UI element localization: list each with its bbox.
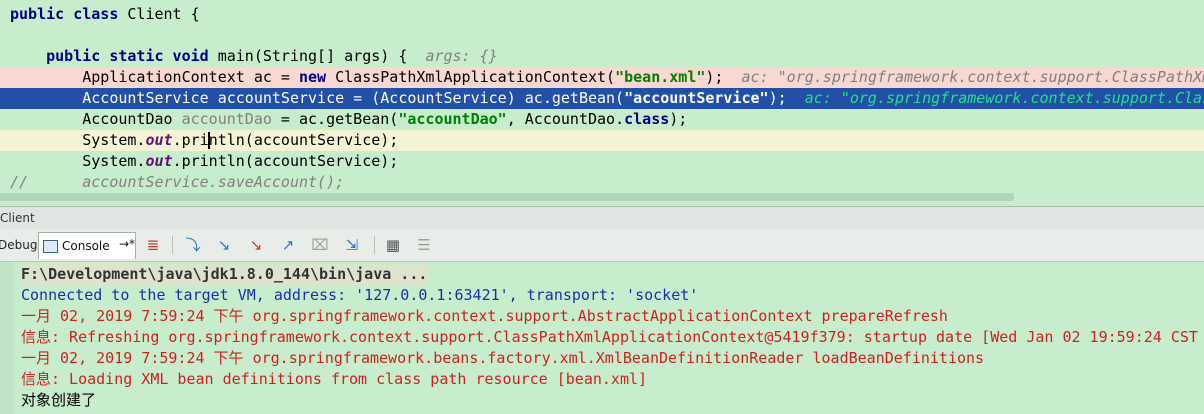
console-icon — [43, 240, 58, 253]
code-token: out — [145, 152, 173, 170]
code-token: Client { — [127, 5, 200, 23]
editor-horizontal-scrollbar[interactable] — [0, 193, 1014, 201]
trace-icon[interactable]: ☰ — [414, 236, 434, 254]
code-token: AccountService accountService = (Account… — [10, 89, 625, 107]
code-token: "bean.xml" — [615, 68, 706, 86]
code-token: main(String[] args) { — [217, 47, 426, 65]
code-token: AccountDao — [10, 110, 182, 128]
code-editor[interactable]: public class Client { public static void… — [0, 0, 1204, 204]
code-line-text: System.out.println(accountService); — [10, 130, 398, 151]
console-line: 一月 02, 2019 7:59:24 下午 org.springframewo… — [21, 349, 985, 367]
console-line: 信息: Loading XML bean definitions from cl… — [21, 370, 648, 388]
code-line-text: // accountService.saveAccount(); — [10, 172, 344, 193]
console-line: 对象创建了 — [21, 391, 97, 409]
console-line: F:\Development\java\jdk1.8.0_144\bin\jav… — [21, 264, 428, 285]
console-line: 信息: Refreshing org.springframework.conte… — [21, 328, 1204, 346]
code-token: System. — [10, 152, 146, 170]
code-line-text: AccountDao accountDao = ac.getBean("acco… — [10, 109, 687, 130]
code-token: .pri — [172, 131, 209, 149]
code-token: new — [298, 68, 336, 86]
toolbar-separator — [172, 236, 173, 254]
toolbar-separator — [374, 236, 375, 254]
code-token: ); — [705, 68, 742, 86]
inline-debug-value: ac: "org.springframework.context.support… — [804, 89, 1204, 107]
code-token: public static void — [10, 47, 218, 65]
tab-console-pin-icon: →* — [119, 237, 136, 251]
code-line-text: ApplicationContext ac = new ClassPathXml… — [10, 67, 1204, 88]
code-token: ClassPathXmlApplicationContext( — [335, 68, 616, 86]
code-line-text: AccountService accountService = (Account… — [10, 88, 1204, 109]
code-line-line-println-2[interactable]: System.out.println(accountService); — [0, 151, 1204, 172]
code-token: , AccountDao. — [506, 110, 625, 128]
code-line-main-decl[interactable]: public static void main(String[] args) {… — [0, 46, 1204, 67]
code-line-text: public class Client { — [10, 4, 200, 25]
step-into-icon[interactable]: ↘ — [214, 236, 234, 254]
inline-debug-value: ac: "org.springframework.context.support… — [741, 68, 1204, 86]
code-token: out — [145, 131, 173, 149]
code-line-line-println-1[interactable]: System.out.println(accountService); — [0, 130, 1204, 151]
code-line-blank[interactable] — [0, 25, 1204, 46]
run-config-name: Client — [0, 211, 35, 225]
step-over-icon[interactable]: ⤵ — [183, 236, 203, 254]
code-token: class — [624, 110, 670, 128]
evaluate-expression-icon[interactable]: ▦ — [383, 236, 403, 254]
code-token: ntln(accountService); — [208, 131, 399, 149]
code-token: public class — [10, 5, 128, 23]
force-step-into-icon[interactable]: ↘ — [246, 236, 266, 254]
code-token: .println(accountService); — [172, 152, 399, 170]
run-to-cursor-icon[interactable]: ⇲ — [342, 236, 362, 254]
code-token: ); — [768, 89, 805, 107]
code-line-text: public static void main(String[] args) {… — [10, 46, 498, 67]
tab-console[interactable]: Console →* — [38, 232, 136, 259]
code-token: ); — [669, 110, 688, 128]
code-line-line-account-service[interactable]: AccountService accountService = (Account… — [0, 88, 1204, 109]
code-token: = ac.getBean( — [271, 110, 399, 128]
code-token: ApplicationContext ac = — [10, 68, 299, 86]
code-line-line-comment[interactable]: // accountService.saveAccount(); — [0, 172, 1204, 193]
code-token: "accountService" — [624, 89, 769, 107]
console-line: 一月 02, 2019 7:59:24 下午 org.springframewo… — [21, 307, 948, 325]
inline-debug-value: args: {} — [425, 47, 498, 65]
console-output[interactable]: F:\Development\java\jdk1.8.0_144\bin\jav… — [0, 262, 1204, 414]
show-execution-point-icon[interactable]: ≣ — [143, 236, 163, 254]
run-panel-title-bar: Client — [0, 206, 1204, 229]
code-line-text: System.out.println(accountService); — [10, 151, 398, 172]
drop-frame-icon[interactable]: ⌧ — [310, 236, 330, 254]
code-token: accountDao — [181, 110, 272, 128]
console-line: Connected to the target VM, address: '12… — [21, 286, 699, 304]
code-token: // accountService.saveAccount(); — [10, 173, 345, 191]
console-gutter — [0, 262, 14, 414]
debug-toolbar: Debugger Console →* ≣ ⤵ ↘ ↘ ↗ ⌧ ⇲ ▦ ☰ — [0, 229, 1204, 262]
code-token: "accountDao" — [398, 110, 507, 128]
step-out-icon[interactable]: ↗ — [278, 236, 298, 254]
code-token: System. — [10, 131, 146, 149]
tab-console-label: Console — [62, 239, 110, 253]
code-line-class-decl[interactable]: public class Client { — [0, 4, 1204, 25]
code-line-line-account-dao[interactable]: AccountDao accountDao = ac.getBean("acco… — [0, 109, 1204, 130]
code-line-line-ac[interactable]: ApplicationContext ac = new ClassPathXml… — [0, 67, 1204, 88]
